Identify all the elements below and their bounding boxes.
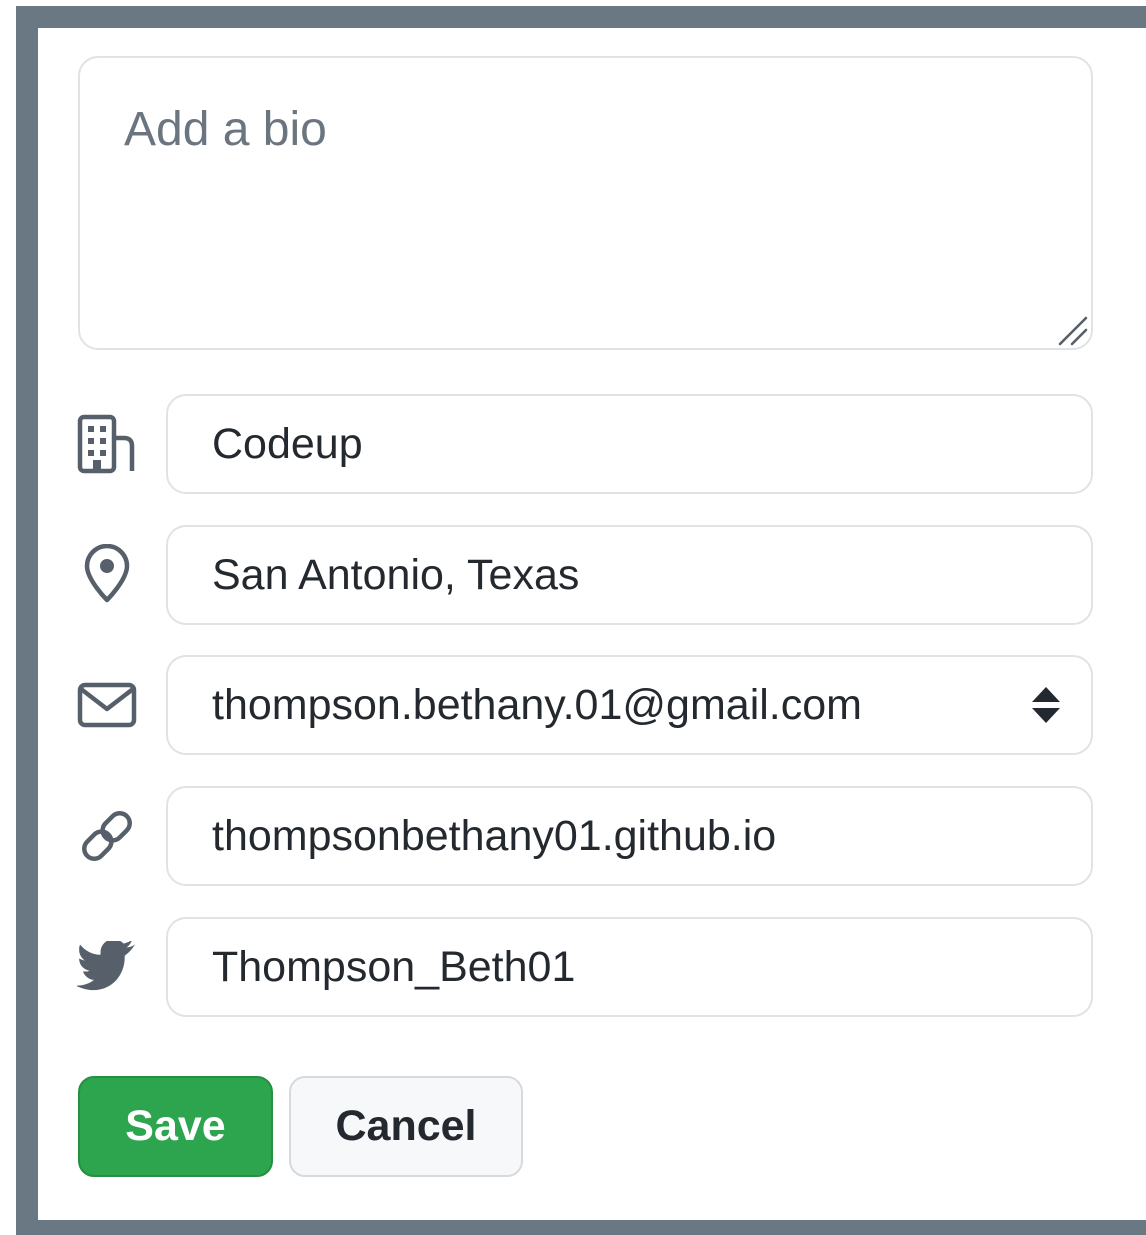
building-icon	[76, 413, 138, 475]
email-select[interactable]: thompson.bethany.01@gmail.com	[166, 655, 1093, 755]
bio-textarea[interactable]	[78, 56, 1093, 350]
website-field[interactable]	[166, 786, 1093, 886]
location-field[interactable]	[166, 525, 1093, 625]
twitter-bird-icon	[76, 936, 138, 998]
cancel-button[interactable]: Cancel	[289, 1076, 523, 1177]
save-button[interactable]: Save	[78, 1076, 273, 1177]
sort-caret-icon	[1032, 687, 1060, 723]
screenshot-stage: thompson.bethany.01@gmail.com Save Cance…	[0, 0, 1146, 1235]
location-pin-icon	[76, 543, 138, 605]
resize-handle-icon[interactable]	[1058, 316, 1090, 346]
company-field[interactable]	[166, 394, 1093, 494]
email-select-value: thompson.bethany.01@gmail.com	[212, 680, 862, 729]
twitter-field[interactable]	[166, 917, 1093, 1017]
mail-icon	[76, 674, 138, 736]
link-icon	[76, 805, 138, 867]
